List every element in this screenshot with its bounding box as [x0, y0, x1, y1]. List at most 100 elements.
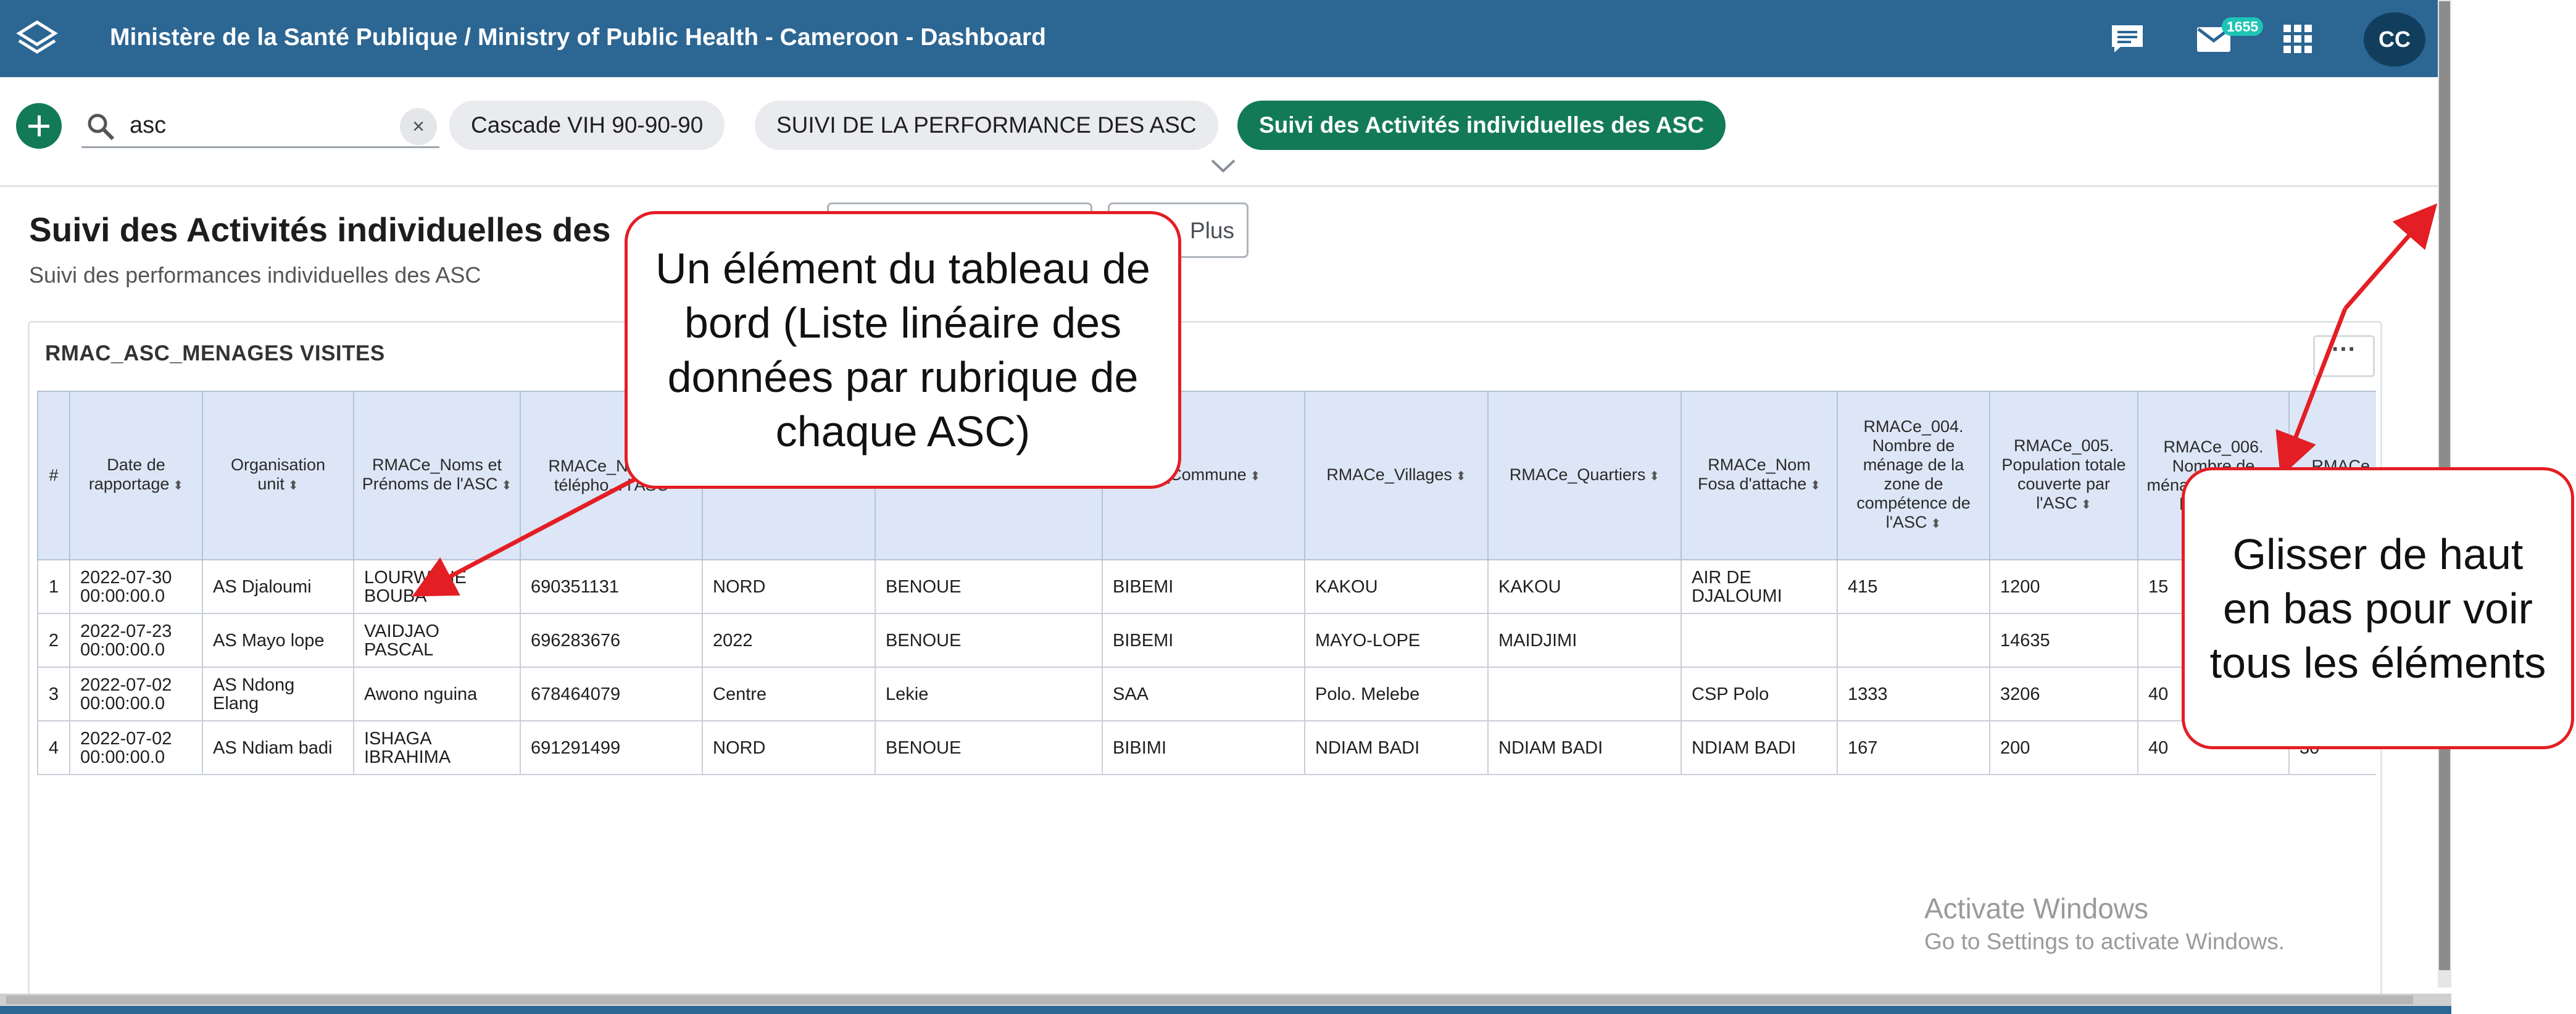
table-cell: 200 [1989, 720, 2138, 775]
table-cell: 2022-07-23 00:00:00.0 [69, 613, 203, 668]
table-row[interactable]: 2 2022-07-23 00:00:00.0 AS Mayo lope VAIDJA… [37, 613, 2376, 668]
horizontal-scrollbar[interactable] [0, 994, 2451, 1006]
column-header[interactable]: RMACe_Quartiers ⬍ [1487, 391, 1682, 560]
table-header-row: # Date de rapportage ⬍ Organisation unit ⬍… [37, 391, 2376, 560]
column-header[interactable]: RMACe_Nom Fosa d'attache ⬍ [1681, 391, 1838, 560]
dashboard-item-title: RMAC_ASC_MENAGES VISITES [45, 341, 385, 365]
dashboard-chip-cascade-vih[interactable]: Cascade VIH 90-90-90 [449, 101, 725, 150]
dashboard-chip-suivi-performance[interactable]: SUIVI DE LA PERFORMANCE DES ASC [755, 101, 1218, 150]
sort-icon: ⬍ [1649, 469, 1660, 483]
table-cell: 2022-07-02 00:00:00.0 [69, 720, 203, 775]
callout-dashboard-item: Un élément du tableau de bord (Liste lin… [625, 211, 1181, 489]
clear-search-button[interactable]: × [400, 108, 437, 145]
dashboard-chip-suivi-activites[interactable]: Suivi des Activités individuelles des AS… [1237, 101, 1726, 150]
sort-icon: ⬍ [1810, 479, 1821, 492]
user-avatar[interactable]: CC [2364, 12, 2425, 67]
line-list-table: # Date de rapportage ⬍ Organisation unit ⬍… [37, 391, 2376, 775]
messages-count-badge: 1655 [2222, 17, 2264, 36]
table-cell: BENOUE [875, 559, 1103, 614]
chevron-down-icon[interactable] [1210, 157, 1237, 175]
callout-scroll-hint: Glisser de haut en bas pour voir tous le… [2182, 467, 2574, 749]
table-cell: KAKOU [1304, 559, 1489, 614]
table-cell: BIBEMI [1102, 559, 1305, 614]
table-cell: 167 [1837, 720, 1990, 775]
row-number-cell: 4 [37, 720, 70, 775]
grid-icon[interactable] [2282, 23, 2313, 54]
activation-watermark-title: Activate Windows [1924, 892, 2149, 925]
line-list-table-container[interactable]: # Date de rapportage ⬍ Organisation unit ⬍… [37, 391, 2376, 786]
table-cell: NDIAM BADI [1681, 720, 1838, 775]
column-header[interactable]: RMACe_004. Nombre de ménage de la zone d… [1837, 391, 1990, 560]
table-cell: CSP Polo [1681, 667, 1838, 721]
table-cell: KAKOU [1487, 559, 1682, 614]
column-header[interactable]: RMACe_005. Population totale couverte pa… [1989, 391, 2138, 560]
table-cell: ISHAGA IBRAHIMA [353, 720, 521, 775]
table-cell: 1333 [1837, 667, 1990, 721]
table-cell: 3206 [1989, 667, 2138, 721]
table-cell: 2022 [702, 613, 876, 668]
table-cell: 415 [1837, 559, 1990, 614]
table-cell: Polo. Melebe [1304, 667, 1489, 721]
dashboards-bar: × Cascade VIH 90-90-90 SUIVI DE LA PERFO… [0, 77, 2438, 187]
table-cell: 691291499 [520, 720, 703, 775]
taskbar-strip [0, 1006, 2451, 1014]
header-bar: Ministère de la Santé Publique / Ministr… [0, 0, 2438, 77]
column-header[interactable]: Organisation unit ⬍ [202, 391, 354, 560]
search-underline [81, 146, 439, 148]
table-row[interactable]: 1 2022-07-30 00:00:00.0 AS Djaloumi LOURWAN… [37, 559, 2376, 614]
table-cell: NDIAM BADI [1487, 720, 1682, 775]
sort-icon: ⬍ [501, 479, 512, 492]
column-header: # [37, 391, 70, 560]
table-cell: 1200 [1989, 559, 2138, 614]
sort-icon: ⬍ [2080, 498, 2092, 512]
table-cell: BENOUE [875, 613, 1103, 668]
column-header[interactable]: RMACe_Noms et Prénoms de l'ASC ⬍ [353, 391, 521, 560]
item-menu-button[interactable]: ··· [2313, 335, 2375, 377]
table-cell: 678464079 [520, 667, 703, 721]
table-cell [1487, 667, 1682, 721]
table-cell: MAYO-LOPE [1304, 613, 1489, 668]
sort-icon: ⬍ [1455, 469, 1466, 483]
sort-icon: ⬍ [1250, 469, 1261, 483]
table-cell: AS Mayo lope [202, 613, 354, 668]
add-dashboard-button[interactable] [16, 103, 62, 149]
search-icon [88, 114, 115, 141]
row-number-cell: 2 [37, 613, 70, 668]
table-cell: 14635 [1989, 613, 2138, 668]
plus-icon [28, 115, 49, 136]
table-cell: NORD [702, 720, 876, 775]
sort-icon: ⬍ [288, 479, 299, 492]
table-cell: LOURWANE BOUBA [353, 559, 521, 614]
sort-icon: ⬍ [1930, 517, 1942, 531]
table-cell: SAA [1102, 667, 1305, 721]
table-row[interactable]: 3 2022-07-02 00:00:00.0 AS Ndong Elang Awon… [37, 667, 2376, 721]
dhis2-dashboard-page: Ministère de la Santé Publique / Ministr… [0, 0, 2438, 1014]
chat-icon[interactable] [2109, 23, 2145, 54]
table-cell: AS Ndiam badi [202, 720, 354, 775]
table-cell: AS Ndong Elang [202, 667, 354, 721]
table-cell: Awono nguina [353, 667, 521, 721]
table-cell: AS Djaloumi [202, 559, 354, 614]
dashboard-description: Suivi des performances individuelles des… [29, 262, 481, 288]
table-cell: BIBEMI [1102, 613, 1305, 668]
dhis2-logo-icon[interactable] [15, 17, 59, 60]
table-cell: BENOUE [875, 720, 1103, 775]
app-title: Ministère de la Santé Publique / Ministr… [110, 24, 1046, 51]
table-cell: 690351131 [520, 559, 703, 614]
table-row[interactable]: 4 2022-07-02 00:00:00.0 AS Ndiam badi ISHAG… [37, 720, 2376, 775]
column-header[interactable]: RMACe_Villages ⬍ [1304, 391, 1489, 560]
table-cell: Lekie [875, 667, 1103, 721]
horizontal-scroll-thumb[interactable] [6, 995, 2413, 1004]
table-cell: MAIDJIMI [1487, 613, 1682, 668]
dashboard-search-input[interactable] [130, 103, 383, 148]
table-body: 1 2022-07-30 00:00:00.0 AS Djaloumi LOURWAN… [37, 559, 2376, 775]
table-cell: 2022-07-30 00:00:00.0 [69, 559, 203, 614]
table-cell: NORD [702, 559, 876, 614]
table-cell: AIR DE DJALOUMI [1681, 559, 1838, 614]
table-cell: BIBIMI [1102, 720, 1305, 775]
sort-icon: ⬍ [173, 479, 184, 492]
table-cell [1837, 613, 1990, 668]
table-cell: 2022-07-02 00:00:00.0 [69, 667, 203, 721]
column-header[interactable]: Date de rapportage ⬍ [69, 391, 203, 560]
dashboard-title: Suivi des Activités individuelles des [29, 210, 611, 249]
